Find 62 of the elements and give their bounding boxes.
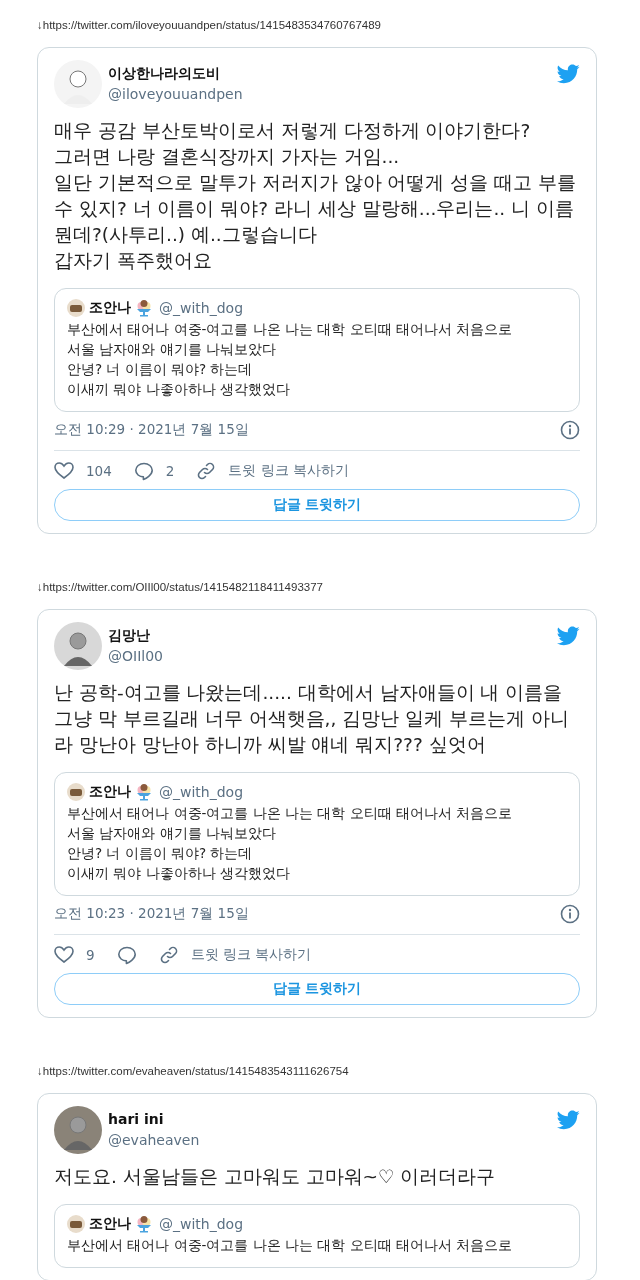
- link-icon[interactable]: [196, 461, 217, 481]
- tweet-text: 일단 기본적으로 말투가 저러지가 않아 어떻게 성을 때고 부를 수 있지? 너 이름이 뭐야? 라니 세상 말랑해...우리는.. 니 이름 뭔데?(사투리..) 예..그렇습니다: [54, 171, 578, 247]
- quoted-text: 이새끼 뭐야 나좋아하나 생각했었다: [67, 380, 291, 399]
- like-count: 104: [86, 463, 112, 479]
- author-handle: @_with_dog: [159, 1216, 244, 1232]
- reply-icon[interactable]: [133, 461, 154, 481]
- link-icon[interactable]: [158, 945, 179, 965]
- author-handle: @evaheaven: [108, 1131, 201, 1150]
- quoted-text: 안녕? 너 이름이 뭐야? 하는데: [67, 844, 254, 863]
- heart-icon[interactable]: [54, 461, 74, 481]
- author-handle: @iloveyouuandpen: [108, 85, 244, 104]
- avatar: [54, 60, 102, 108]
- quoted-text: 이새끼 뭐야 나좋아하나 생각했었다: [67, 864, 291, 883]
- heart-icon[interactable]: [54, 945, 74, 965]
- tweet-text: 그러면 나랑 결혼식장까지 가자는 거임...: [54, 145, 401, 169]
- avatar: [67, 299, 85, 317]
- timestamp[interactable]: 오전 10:29 · 2021년 7월 15일: [54, 421, 249, 439]
- quoted-text: 서울 남자애와 얘기를 나눠보았다: [67, 824, 277, 843]
- avatar: [54, 1106, 102, 1154]
- tweet-text: 매우 공감 부산토박이로서 저렇게 다정하게 이야기한다?: [54, 119, 532, 143]
- copy-link-label[interactable]: 트윗 링크 복사하기: [190, 946, 312, 964]
- source-url: ↓https://twitter.com/evaheaven/status/1415483543111626754: [37, 1064, 350, 1079]
- author-name: 김망난: [108, 626, 151, 645]
- author-handle: @_with_dog: [159, 784, 244, 800]
- author-handle: @_with_dog: [159, 300, 244, 316]
- tweet-text: 저도요. 서울남들은 고마워도 고마워~♡ 이러더라구: [54, 1165, 497, 1189]
- tweet-text: 난 공학-여고를 나왔는데..... 대학에서 남자애들이 내 이름을 그냥 막 부르길래 너무 어색햇음,, 김망난 일케 부르는게 아니라 망난아 망난아 하니까 씨발 얘네 뭐지??? 싶엇어: [54, 681, 570, 757]
- avatar: [54, 622, 102, 670]
- reply-button[interactable]: 답글 트윗하기: [54, 489, 580, 521]
- source-url: ↓https://twitter.com/iloveyouuandpen/status/1415483534760767489: [37, 18, 382, 33]
- timestamp[interactable]: 오전 10:23 · 2021년 7월 15일: [54, 905, 249, 923]
- source-url: ↓https://twitter.com/OIIl00/status/1415482118411493377: [37, 580, 324, 595]
- quoted-text: 안녕? 너 이름이 뭐야? 하는데: [67, 360, 254, 379]
- copy-link-label[interactable]: 트윗 링크 복사하기: [228, 462, 350, 480]
- reply-button[interactable]: 답글 트윗하기: [54, 973, 580, 1005]
- author-handle: @OIIl00: [108, 647, 164, 666]
- author-name: 조안나: [89, 783, 131, 801]
- tweet-text: 갑자기 폭주했어요: [54, 249, 213, 273]
- reply-count: 2: [165, 463, 175, 479]
- bird-logo-icon: [557, 626, 580, 646]
- info-icon[interactable]: [560, 904, 580, 924]
- avatar: [67, 1215, 85, 1233]
- quoted-text: 부산에서 태어나 여중-여고를 나온 나는 대학 오티때 태어나서 처음으로: [67, 320, 514, 339]
- reply-icon[interactable]: [116, 945, 137, 965]
- quoted-text: 부산에서 태어나 여중-여고를 나온 나는 대학 오티때 태어나서 처음으로: [67, 1236, 514, 1255]
- author-name: 이상한나라의도비: [108, 64, 221, 83]
- author-name: hari ini: [108, 1110, 165, 1129]
- quoted-tweet[interactable]: 조안나 @_with_dog 부산에서 태어나 여중-여고를 나온 나는 대학 오티때 태어나서 처음으로 서울 남자애와 얘기를 나눠보았다 안녕? 너 이름이 뭐야? 하는데 이새끼 뭐야 나좋아하나 생각했었다: [54, 288, 580, 412]
- quoted-tweet[interactable]: 조안나 @_with_dog 부산에서 태어나 여중-여고를 나온 나는 대학 오티때 태어나서 처음으로: [54, 1204, 580, 1268]
- info-icon[interactable]: [560, 420, 580, 440]
- author-name: 조안나: [89, 1215, 131, 1233]
- ice-cream-icon: [135, 783, 153, 801]
- avatar: [67, 783, 85, 801]
- quoted-text: 서울 남자애와 얘기를 나눠보았다: [67, 340, 277, 359]
- quoted-tweet[interactable]: 조안나 @_with_dog 부산에서 태어나 여중-여고를 나온 나는 대학 오티때 태어나서 처음으로 서울 남자애와 얘기를 나눠보았다 안녕? 너 이름이 뭐야? 하는데 이새끼 뭐야 나좋아하나 생각했었다: [54, 772, 580, 896]
- ice-cream-icon: [135, 299, 153, 317]
- bird-logo-icon: [557, 1110, 580, 1130]
- quoted-text: 부산에서 태어나 여중-여고를 나온 나는 대학 오티때 태어나서 처음으로: [67, 804, 514, 823]
- author-name: 조안나: [89, 299, 131, 317]
- ice-cream-icon: [135, 1215, 153, 1233]
- bird-logo-icon: [557, 64, 580, 84]
- like-count: 9: [86, 947, 95, 963]
